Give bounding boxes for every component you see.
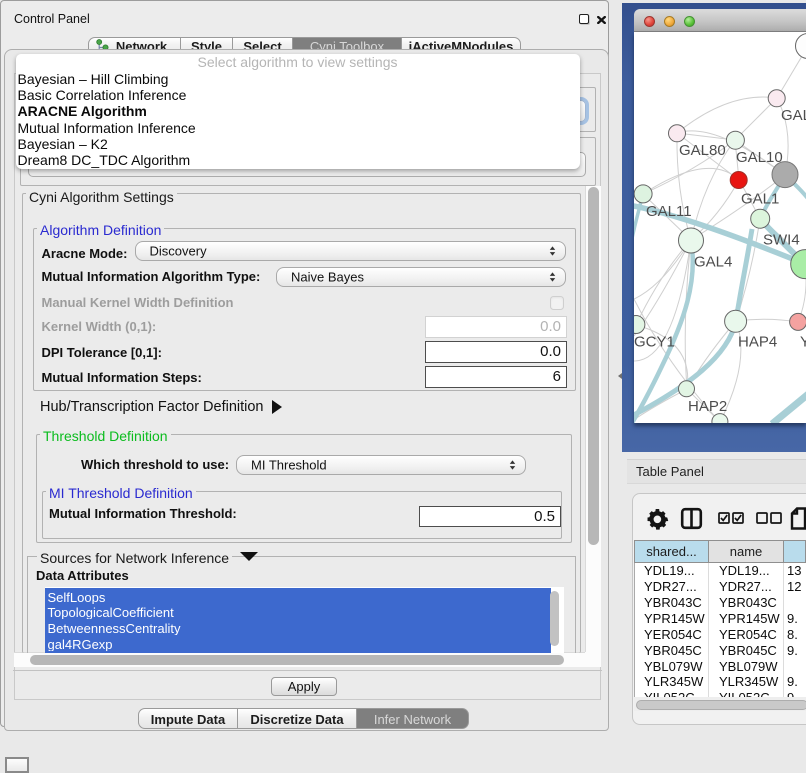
svg-text:GAL11: GAL11 xyxy=(646,203,692,220)
svg-text:HAP4: HAP4 xyxy=(738,334,777,351)
svg-text:GAL7: GAL7 xyxy=(781,107,806,124)
svg-text:GAL4: GAL4 xyxy=(694,254,732,271)
svg-text:HAP2: HAP2 xyxy=(688,398,727,415)
svg-text:GCY1: GCY1 xyxy=(634,334,675,351)
svg-text:SWI4: SWI4 xyxy=(763,232,800,249)
svg-text:GAL10: GAL10 xyxy=(736,149,783,166)
svg-text:YM: YM xyxy=(800,334,806,351)
svg-text:GAL80: GAL80 xyxy=(679,142,726,159)
svg-text:GAL1: GAL1 xyxy=(741,191,779,208)
